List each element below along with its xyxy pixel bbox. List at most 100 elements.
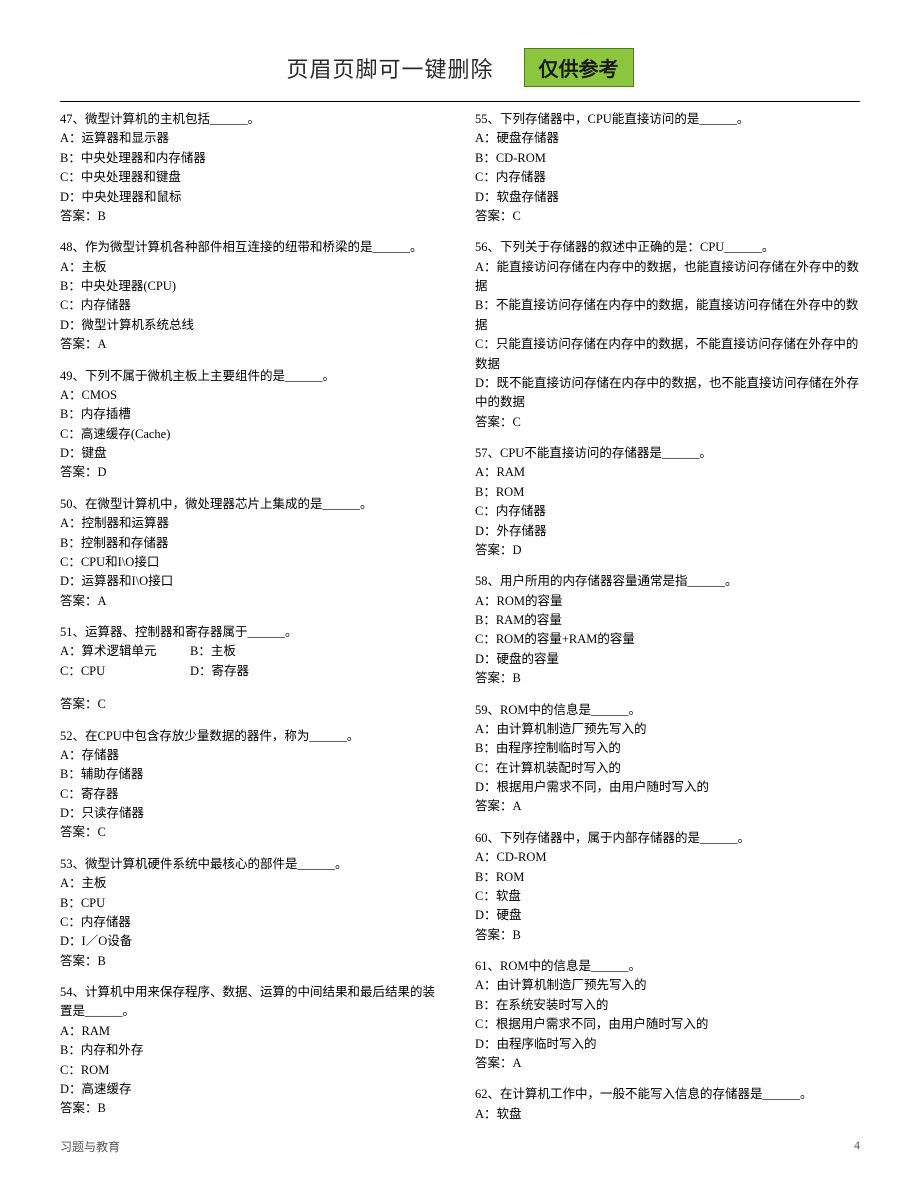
question-option: D：寄存器 [190, 662, 249, 681]
question-option: D：微型计算机系统总线 [60, 316, 445, 335]
question-option: C：内存储器 [475, 168, 860, 187]
question-stem: 48、作为微型计算机各种部件相互连接的纽带和桥梁的是______。 [60, 238, 445, 257]
question-option: A：运算器和显示器 [60, 129, 445, 148]
question-option: B：内存和外存 [60, 1041, 445, 1060]
header-badge: 仅供参考 [524, 48, 634, 87]
question-option: C：CPU [60, 662, 190, 681]
question-stem: 54、计算机中用来保存程序、数据、运算的中间结果和最后结果的装置是______。 [60, 983, 445, 1022]
question-answer: 答案：B [475, 669, 860, 688]
question-block: 47、微型计算机的主机包括______。A：运算器和显示器B：中央处理器和内存储… [60, 110, 445, 226]
page-header: 页眉页脚可一键删除 仅供参考 [0, 0, 920, 97]
question-option: C：寄存器 [60, 785, 445, 804]
header-title: 页眉页脚可一键删除 [286, 52, 493, 84]
footer-page-number: 4 [854, 1138, 860, 1153]
question-option: C：高速缓存(Cache) [60, 425, 445, 444]
question-answer: 答案：D [60, 463, 445, 482]
question-stem: 62、在计算机工作中，一般不能写入信息的存储器是______。 [475, 1085, 860, 1104]
question-option: B：辅助存储器 [60, 765, 445, 784]
question-option: B：ROM [475, 868, 860, 887]
question-block: 52、在CPU中包含存放少量数据的器件，称为______。A：存储器B：辅助存储… [60, 727, 445, 843]
question-option: A：硬盘存储器 [475, 129, 860, 148]
question-option: B：主板 [190, 642, 236, 661]
question-stem: 60、下列存储器中，属于内部存储器的是______。 [475, 829, 860, 848]
question-block: 58、用户所用的内存储器容量通常是指______。A：ROM的容量B：RAM的容… [475, 572, 860, 688]
question-option: B：中央处理器和内存储器 [60, 149, 445, 168]
question-option: D：I／O设备 [60, 932, 445, 951]
question-option: A：算术逻辑单元 [60, 642, 190, 661]
question-option: A：软盘 [475, 1105, 860, 1124]
question-stem: 61、ROM中的信息是______。 [475, 957, 860, 976]
question-option: C：根据用户需求不同，由用户随时写入的 [475, 1015, 860, 1034]
question-answer: 答案：B [60, 952, 445, 971]
question-option: C：软盘 [475, 887, 860, 906]
question-option: A：存储器 [60, 746, 445, 765]
question-block: 55、下列存储器中，CPU能直接访问的是______。A：硬盘存储器B：CD-R… [475, 110, 860, 226]
question-stem: 58、用户所用的内存储器容量通常是指______。 [475, 572, 860, 591]
left-column: 47、微型计算机的主机包括______。A：运算器和显示器B：中央处理器和内存储… [60, 110, 445, 1136]
question-option: A：CD-ROM [475, 848, 860, 867]
question-option: D：高速缓存 [60, 1080, 445, 1099]
question-option: B：中央处理器(CPU) [60, 277, 445, 296]
question-answer: 答案：B [60, 1099, 445, 1118]
question-option: C：CPU和I\O接口 [60, 553, 445, 572]
question-answer: 答案：A [475, 1054, 860, 1073]
question-option: D：外存储器 [475, 522, 860, 541]
question-stem: 56、下列关于存储器的叙述中正确的是：CPU______。 [475, 238, 860, 257]
question-option: A：CMOS [60, 386, 445, 405]
question-option: A：由计算机制造厂预先写入的 [475, 976, 860, 995]
question-block: 54、计算机中用来保存程序、数据、运算的中间结果和最后结果的装置是______。… [60, 983, 445, 1119]
question-option: C：中央处理器和键盘 [60, 168, 445, 187]
question-option: A：控制器和运算器 [60, 514, 445, 533]
question-option: B：RAM的容量 [475, 611, 860, 630]
question-block: 48、作为微型计算机各种部件相互连接的纽带和桥梁的是______。A：主板B：中… [60, 238, 445, 354]
question-option: D：运算器和I\O接口 [60, 572, 445, 591]
question-answer: 答案：D [475, 541, 860, 560]
question-option: B：在系统安装时写入的 [475, 996, 860, 1015]
footer-left: 习题与教育 [60, 1140, 120, 1154]
question-option-row: A：算术逻辑单元B：主板 [60, 642, 445, 661]
question-option: D：键盘 [60, 444, 445, 463]
question-answer: 答案：C [475, 207, 860, 226]
header-inner: 页眉页脚可一键删除 仅供参考 [286, 48, 633, 87]
question-block: 57、CPU不能直接访问的存储器是______。A：RAMB：ROMC：内存储器… [475, 444, 860, 560]
question-option-row: C：CPUD：寄存器 [60, 662, 445, 681]
question-answer: 答案：B [475, 926, 860, 945]
question-answer: 答案：C [60, 823, 445, 842]
question-option: B：由程序控制临时写入的 [475, 739, 860, 758]
question-stem: 55、下列存储器中，CPU能直接访问的是______。 [475, 110, 860, 129]
question-stem: 51、运算器、控制器和寄存器属于______。 [60, 623, 445, 642]
question-option: D：硬盘的容量 [475, 650, 860, 669]
question-option: C：内存储器 [60, 913, 445, 932]
question-stem: 49、下列不属于微机主板上主要组件的是______。 [60, 367, 445, 386]
question-answer: 答案：B [60, 207, 445, 226]
question-option: B：ROM [475, 483, 860, 502]
question-answer: 答案：C [60, 695, 445, 714]
question-block: 62、在计算机工作中，一般不能写入信息的存储器是______。A：软盘 [475, 1085, 860, 1124]
question-option: D：由程序临时写入的 [475, 1035, 860, 1054]
question-option: B：不能直接访问存储在内存中的数据，能直接访问存储在外存中的数据 [475, 296, 860, 335]
question-option: B：CPU [60, 894, 445, 913]
question-block: 50、在微型计算机中，微处理器芯片上集成的是______。A：控制器和运算器B：… [60, 495, 445, 611]
question-answer: 答案：C [475, 413, 860, 432]
question-option: B：控制器和存储器 [60, 534, 445, 553]
question-option: D：中央处理器和鼠标 [60, 188, 445, 207]
question-option: D：根据用户需求不同，由用户随时写入的 [475, 778, 860, 797]
question-stem: 57、CPU不能直接访问的存储器是______。 [475, 444, 860, 463]
question-stem: 50、在微型计算机中，微处理器芯片上集成的是______。 [60, 495, 445, 514]
question-answer: 答案：A [475, 797, 860, 816]
question-block: 60、下列存储器中，属于内部存储器的是______。A：CD-ROMB：ROMC… [475, 829, 860, 945]
page-footer: 习题与教育 4 [60, 1138, 860, 1155]
question-block: 49、下列不属于微机主板上主要组件的是______。A：CMOSB：内存插槽C：… [60, 367, 445, 483]
question-option: A：RAM [60, 1022, 445, 1041]
question-stem: 52、在CPU中包含存放少量数据的器件，称为______。 [60, 727, 445, 746]
question-option: A：RAM [475, 463, 860, 482]
question-answer: 答案：A [60, 592, 445, 611]
question-option: C：在计算机装配时写入的 [475, 759, 860, 778]
question-stem: 53、微型计算机硬件系统中最核心的部件是______。 [60, 855, 445, 874]
question-option: A：主板 [60, 258, 445, 277]
question-option: C：内存储器 [60, 296, 445, 315]
question-option: B：CD-ROM [475, 149, 860, 168]
question-option: A：主板 [60, 874, 445, 893]
question-block: 53、微型计算机硬件系统中最核心的部件是______。A：主板B：CPUC：内存… [60, 855, 445, 971]
question-option: D：只读存储器 [60, 804, 445, 823]
